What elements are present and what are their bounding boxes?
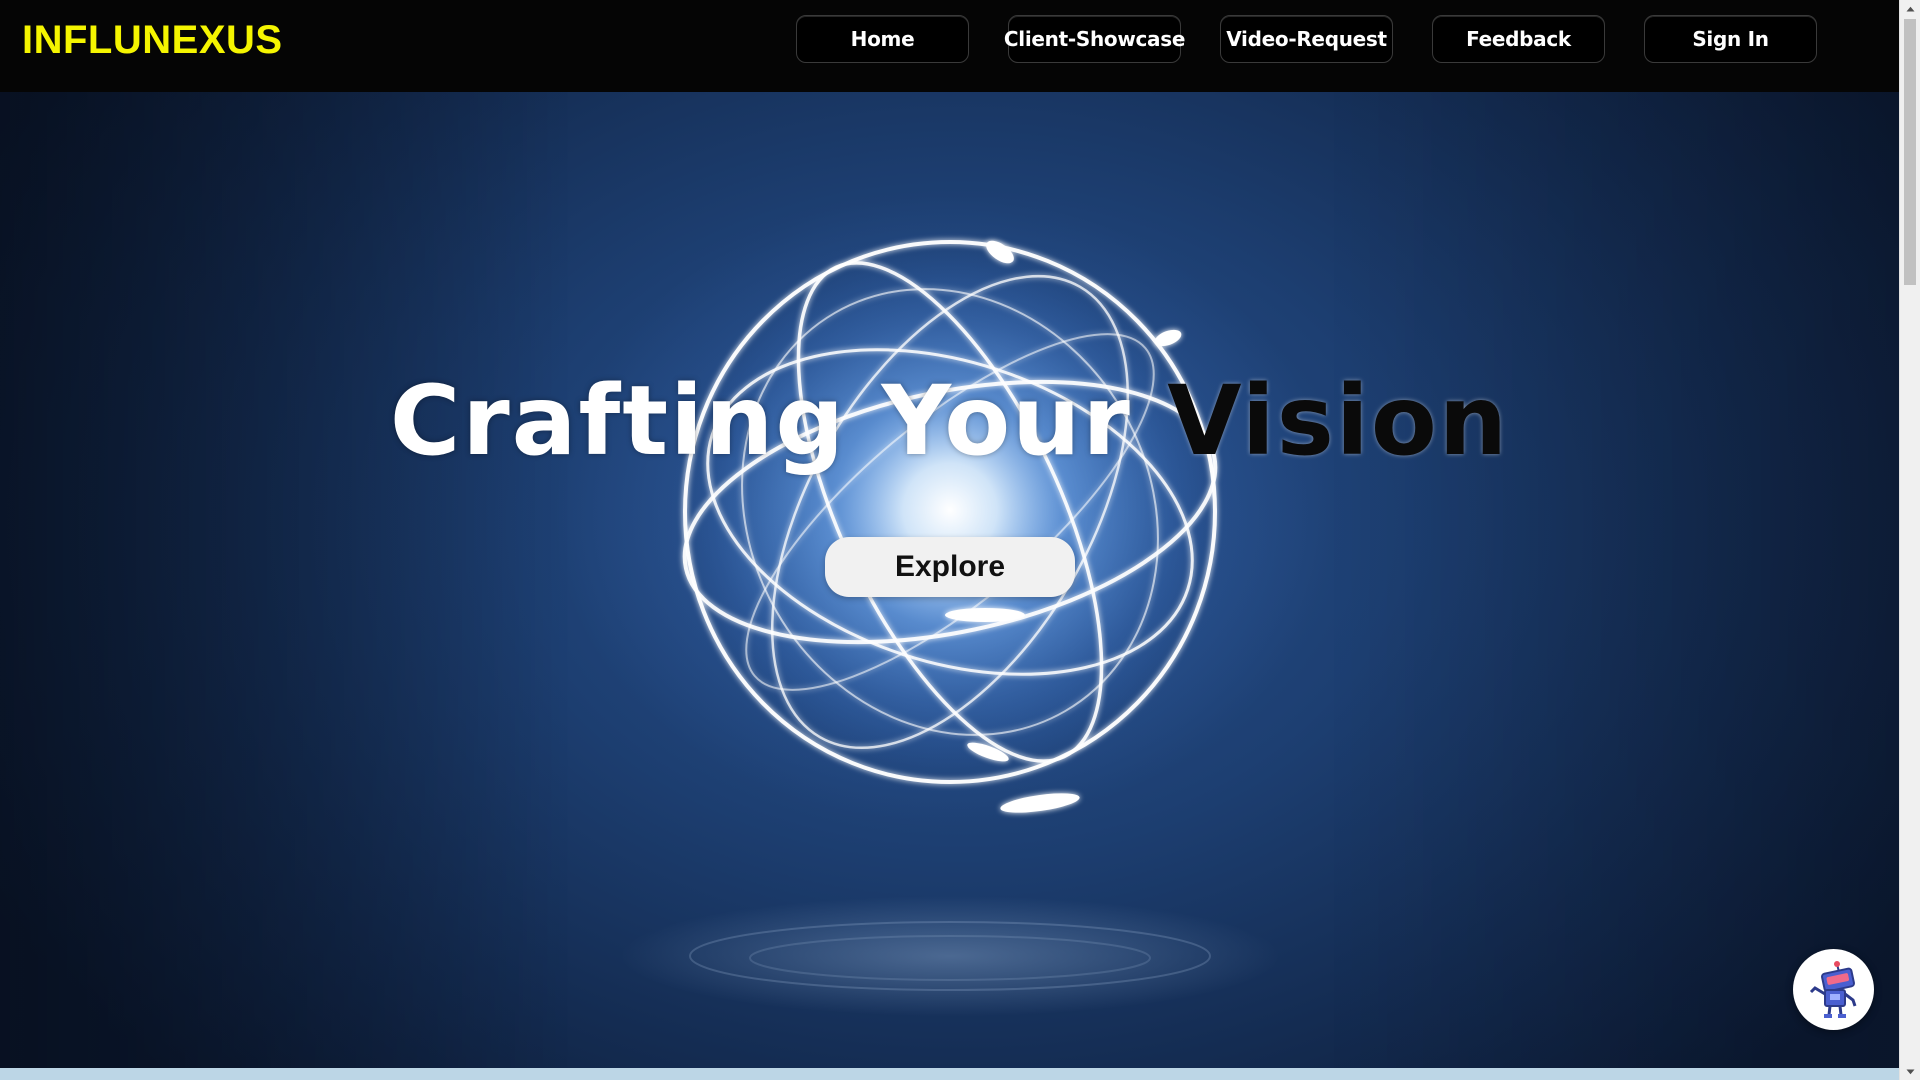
- hero-section: Crafting Your Vision Explore: [0, 92, 1899, 1068]
- site-logo[interactable]: INFLUNEXUS: [22, 16, 283, 64]
- headline-vision: Vision: [1167, 365, 1510, 477]
- explore-button[interactable]: Explore: [825, 537, 1075, 597]
- next-section-edge: [0, 1068, 1899, 1080]
- nav-feedback-button[interactable]: Feedback: [1432, 15, 1605, 63]
- nav-feedback-label: Feedback: [1466, 27, 1571, 51]
- nav-home-label: Home: [850, 27, 915, 51]
- headline-your: Your: [881, 365, 1168, 477]
- nav-video-request-button[interactable]: Video-Request: [1220, 15, 1393, 63]
- page: INFLUNEXUS Home Client-Showcase Video-Re…: [0, 0, 1920, 1080]
- nav-video-request-label: Video-Request: [1226, 27, 1387, 51]
- scroll-up-arrow-icon[interactable]: [1900, 0, 1920, 17]
- scroll-thumb[interactable]: [1904, 19, 1916, 285]
- nav-client-showcase-button[interactable]: Client-Showcase: [1004, 15, 1185, 63]
- nav-links: Home Client-Showcase Video-Request Feedb…: [796, 15, 1817, 63]
- nav-client-showcase-label: Client-Showcase: [1003, 27, 1186, 51]
- page-scrollbar[interactable]: [1899, 0, 1920, 1080]
- nav-sign-in-label: Sign In: [1692, 27, 1769, 51]
- nav-sign-in-button[interactable]: Sign In: [1644, 15, 1817, 63]
- headline-crafting: Crafting: [389, 365, 882, 477]
- scroll-down-arrow-icon[interactable]: [1900, 1063, 1920, 1080]
- robot-icon: [1809, 960, 1856, 1018]
- hero-headline: Crafting Your Vision: [0, 366, 1899, 476]
- navbar: INFLUNEXUS Home Client-Showcase Video-Re…: [0, 0, 1899, 92]
- nav-home-button[interactable]: Home: [796, 15, 969, 63]
- chatbot-button[interactable]: [1793, 949, 1874, 1030]
